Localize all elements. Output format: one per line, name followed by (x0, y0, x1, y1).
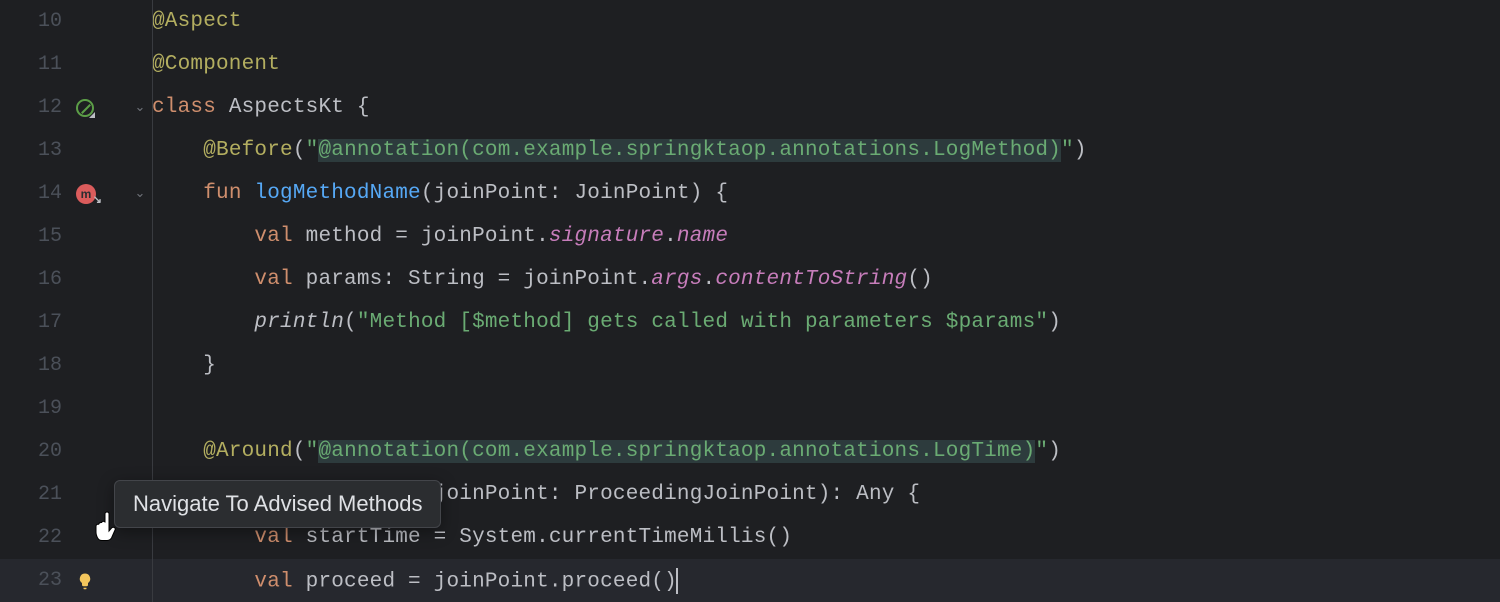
fold-toggle[interactable]: ⌄ (128, 100, 152, 115)
code-line[interactable]: 13 @Before("@annotation(com.example.spri… (0, 129, 1500, 172)
code-line[interactable]: 17 println("Method [$method] gets called… (0, 301, 1500, 344)
line-number: 13 (0, 139, 72, 162)
code-line[interactable]: 16 val params: String = joinPoint.args.c… (0, 258, 1500, 301)
line-number: 16 (0, 268, 72, 291)
gutter-tooltip[interactable]: Navigate To Advised Methods (114, 480, 441, 528)
code-line[interactable]: 14 m↘ ⌄ fun logMethodName(joinPoint: Joi… (0, 172, 1500, 215)
code-content[interactable]: val method = joinPoint.signature.name (152, 225, 1500, 248)
run-disabled-icon[interactable] (76, 99, 94, 117)
line-number: 14 (0, 182, 72, 205)
code-content[interactable]: val proceed = joinPoint.proceed() (152, 568, 1500, 594)
advised-method-icon[interactable]: m↘ (76, 184, 96, 204)
code-content[interactable]: @Component (152, 53, 1500, 76)
text-caret (676, 568, 678, 594)
code-content[interactable]: @Around("@annotation(com.example.springk… (152, 440, 1500, 463)
intention-bulb-icon[interactable] (76, 572, 94, 590)
property: args (651, 268, 702, 291)
code-content[interactable]: @Aspect (152, 10, 1500, 33)
code-line[interactable]: 20 @Around("@annotation(com.example.spri… (0, 430, 1500, 473)
keyword: fun (203, 182, 241, 205)
line-number: 23 (0, 569, 72, 592)
code-line[interactable]: 15 val method = joinPoint.signature.name (0, 215, 1500, 258)
line-number: 20 (0, 440, 72, 463)
function-name: logMethodName (254, 182, 420, 205)
keyword: val (254, 570, 292, 593)
line-number: 10 (0, 10, 72, 33)
annotation: @Aspect (152, 10, 242, 33)
annotation: @Component (152, 53, 280, 76)
code-content[interactable]: fun logMethodName(joinPoint: JoinPoint) … (152, 182, 1500, 205)
line-number: 22 (0, 526, 72, 549)
code-content[interactable]: println("Method [$method] gets called wi… (152, 311, 1500, 334)
keyword: val (254, 225, 292, 248)
code-line[interactable]: 10 @Aspect (0, 0, 1500, 43)
code-content[interactable]: val params: String = joinPoint.args.cont… (152, 268, 1500, 291)
code-line[interactable]: 19 (0, 387, 1500, 430)
keyword: val (254, 268, 292, 291)
code-content[interactable]: class AspectsKt { (152, 96, 1500, 119)
line-number: 12 (0, 96, 72, 119)
property: name (677, 225, 728, 248)
line-number: 15 (0, 225, 72, 248)
line-number: 11 (0, 53, 72, 76)
property: contentToString (715, 268, 907, 291)
class-name: AspectsKt (229, 96, 344, 119)
property: signature (549, 225, 664, 248)
keyword: class (152, 96, 216, 119)
annotation: @Around (203, 440, 293, 463)
line-number: 19 (0, 397, 72, 420)
builtin-fn: println (254, 311, 344, 334)
pointer-cursor-icon (88, 510, 116, 551)
code-line[interactable]: 11 @Component (0, 43, 1500, 86)
code-line[interactable]: 12 ⌄ class AspectsKt { (0, 86, 1500, 129)
line-number: 18 (0, 354, 72, 377)
code-line[interactable]: 23 val proceed = joinPoint.proceed() (0, 559, 1500, 602)
code-line[interactable]: 18 } (0, 344, 1500, 387)
keyword: val (254, 526, 292, 549)
fold-toggle[interactable]: ⌄ (128, 186, 152, 201)
advised-method-icon[interactable] (76, 485, 96, 505)
annotation: @Before (203, 139, 293, 162)
code-content[interactable]: } (152, 354, 1500, 377)
code-content[interactable]: @Before("@annotation(com.example.springk… (152, 139, 1500, 162)
line-number: 17 (0, 311, 72, 334)
code-content[interactable]: val startTime = System.currentTimeMillis… (152, 526, 1500, 549)
line-number: 21 (0, 483, 72, 506)
